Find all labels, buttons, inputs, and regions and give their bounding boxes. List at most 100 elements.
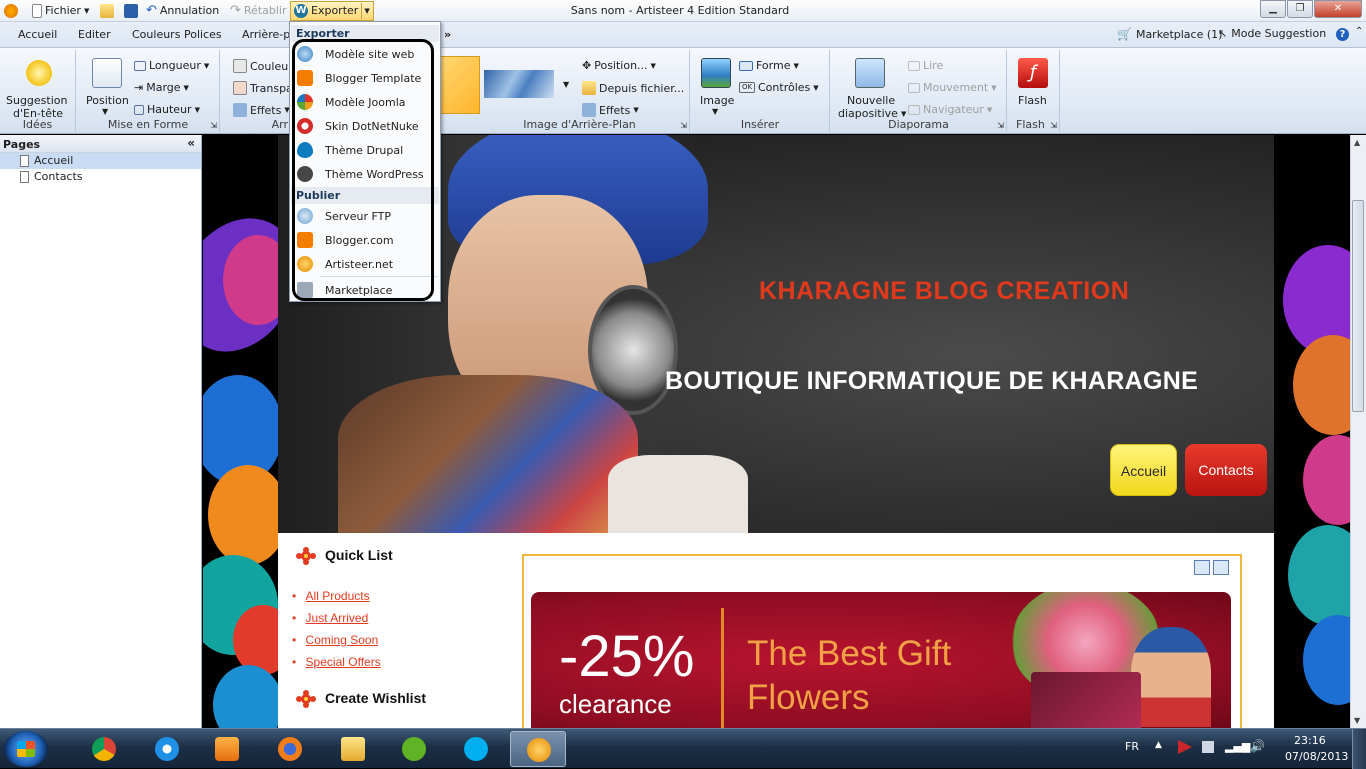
redo-icon: ↷ xyxy=(230,3,241,18)
position-button[interactable]: Position xyxy=(86,94,129,107)
taskbar-explorer[interactable] xyxy=(325,731,381,767)
tab-couleurs[interactable]: Couleurs xyxy=(132,28,180,41)
taskbar-artisteer[interactable] xyxy=(510,731,566,767)
background-thumb[interactable] xyxy=(484,70,554,98)
start-button[interactable] xyxy=(4,731,48,767)
link-all-products[interactable]: All Products xyxy=(306,589,370,603)
undo-icon: ↶ xyxy=(146,3,157,18)
marge-button[interactable]: ⇥ Marge ▼ xyxy=(134,81,189,94)
dialog-launcher-icon[interactable]: ⇲ xyxy=(680,121,687,130)
forme-label: Forme xyxy=(756,59,791,72)
app-menu-button[interactable] xyxy=(4,3,18,19)
language-indicator[interactable]: FR xyxy=(1125,740,1139,753)
effets-label: Effets xyxy=(250,103,282,117)
color-icon xyxy=(233,59,247,73)
export-button[interactable]: W Exporter ▼ xyxy=(290,1,374,21)
marketplace-label: Marketplace (1) xyxy=(1135,27,1223,41)
list-item: • All Products xyxy=(292,589,370,603)
redo-label: Rétablir xyxy=(243,4,287,17)
ribbon-collapse-icon[interactable]: ⌃ xyxy=(1355,26,1363,37)
forme-button[interactable]: Forme ▼ xyxy=(739,59,799,72)
tray-device-icon[interactable] xyxy=(1202,741,1214,753)
couleur-button[interactable]: Couleu xyxy=(233,59,288,73)
save-button[interactable] xyxy=(124,3,138,19)
collapse-panel-icon[interactable]: « xyxy=(187,136,195,150)
hauteur-label: Hauteur xyxy=(147,103,192,116)
dialog-launcher-icon[interactable]: ⇲ xyxy=(997,121,1004,130)
open-button[interactable] xyxy=(100,3,114,19)
background-thumb-selected[interactable] xyxy=(440,56,480,114)
site-slogan[interactable]: BOUTIQUE INFORMATIQUE DE KHARAGNE xyxy=(665,367,1198,396)
undo-button[interactable]: ↶ Annulation xyxy=(146,3,219,19)
skype-icon xyxy=(464,737,488,761)
chevron-down-icon: ▼ xyxy=(102,107,109,116)
effets-button[interactable]: Effets ▼ xyxy=(233,103,290,117)
bg-position-button[interactable]: ✥ Position... ▼ xyxy=(582,59,656,72)
tab-polices[interactable]: Polices xyxy=(184,28,222,41)
tabs-more-icon[interactable]: » xyxy=(444,28,451,41)
taskbar-internet-explorer[interactable] xyxy=(139,731,195,767)
link-coming-soon[interactable]: Coming Soon xyxy=(306,633,379,647)
page-item-contacts[interactable]: Contacts xyxy=(0,169,201,185)
longueur-button[interactable]: Longueur ▼ xyxy=(134,59,209,72)
motion-button[interactable]: Mouvement ▼ xyxy=(908,81,997,94)
tab-arriere-plan[interactable]: Arrière-p xyxy=(242,28,290,41)
controles-button[interactable]: OK Contrôles ▼ xyxy=(739,81,819,94)
bg-effects-button[interactable]: Effets ▼ xyxy=(582,103,639,117)
gallery-more-icon[interactable]: ▼ xyxy=(563,80,569,89)
wordpress-icon: W xyxy=(294,4,308,18)
show-desktop-button[interactable] xyxy=(1352,729,1366,769)
taskbar-firefox[interactable] xyxy=(262,731,318,767)
scroll-down-icon[interactable]: ▼ xyxy=(1354,716,1360,725)
nav-contacts[interactable]: Contacts xyxy=(1185,444,1267,496)
scroll-up-icon[interactable]: ▲ xyxy=(1354,138,1360,147)
maximize-button[interactable]: ❐ xyxy=(1287,0,1313,18)
tray-app-icon[interactable] xyxy=(1178,740,1192,754)
minimize-button[interactable]: ▁ xyxy=(1260,0,1286,18)
hauteur-button[interactable]: Hauteur ▼ xyxy=(134,103,200,116)
block-edit-icon[interactable] xyxy=(1194,560,1210,575)
header-suggestion-button[interactable]: Suggestion xyxy=(6,94,68,107)
help-icon[interactable]: ? xyxy=(1336,28,1349,41)
taskbar-utorrent[interactable] xyxy=(386,731,442,767)
link-just-arrived[interactable]: Just Arrived xyxy=(306,611,369,625)
close-button[interactable]: ✕ xyxy=(1314,0,1362,18)
link-special-offers[interactable]: Special Offers xyxy=(306,655,381,669)
play-button[interactable]: Lire xyxy=(908,59,943,72)
gift-box-image xyxy=(1031,672,1141,728)
decor-blob xyxy=(1303,435,1350,525)
site-title[interactable]: KHARAGNE BLOG CREATION xyxy=(759,277,1129,306)
insert-image-button[interactable]: Image xyxy=(700,94,734,107)
taskbar-chrome[interactable] xyxy=(76,731,132,767)
scrollbar-thumb[interactable] xyxy=(1352,200,1364,412)
nav-accueil[interactable]: Accueil xyxy=(1110,444,1177,496)
volume-icon[interactable]: 🔊 xyxy=(1250,739,1265,753)
from-file-button[interactable]: Depuis fichier... xyxy=(582,81,684,95)
transparence-button[interactable]: Transpa xyxy=(233,81,293,95)
page-item-accueil[interactable]: Accueil xyxy=(0,153,201,169)
scarf-shape xyxy=(338,375,638,533)
longueur-label: Longueur xyxy=(149,59,201,72)
flash-button[interactable]: Flash xyxy=(1018,94,1047,107)
undo-label: Annulation xyxy=(159,4,220,17)
promo-banner[interactable]: -25% clearance The Best Gift Flowers xyxy=(531,592,1231,728)
folder-open-icon xyxy=(100,4,114,18)
redo-button[interactable]: ↷ Rétablir xyxy=(230,3,287,19)
clock-date[interactable]: 07/08/2013 xyxy=(1285,750,1348,763)
marketplace-button[interactable]: 🛒 Marketplace (1) xyxy=(1117,27,1222,41)
taskbar-skype[interactable] xyxy=(448,731,504,767)
new-slide-button[interactable]: Nouvelle xyxy=(847,94,895,107)
tab-accueil[interactable]: Accueil xyxy=(18,28,57,41)
network-icon[interactable]: ▂▄▆ xyxy=(1225,740,1250,753)
taskbar-media-player[interactable] xyxy=(199,731,255,767)
block-settings-icon[interactable] xyxy=(1213,560,1229,575)
tray-expand-icon[interactable]: ▲ xyxy=(1155,740,1162,750)
suggestion-mode-button[interactable]: ↖ Mode Suggestion xyxy=(1218,27,1326,40)
dialog-launcher-icon[interactable]: ⇲ xyxy=(1050,121,1057,130)
tab-editer[interactable]: Editer xyxy=(78,28,111,41)
dialog-launcher-icon[interactable]: ⇲ xyxy=(210,121,217,130)
file-menu[interactable]: Fichier ▼ xyxy=(32,3,89,19)
decor-blob xyxy=(1303,615,1350,705)
clock-time[interactable]: 23:16 xyxy=(1294,734,1326,747)
navigator-button[interactable]: Navigateur ▼ xyxy=(908,103,992,116)
